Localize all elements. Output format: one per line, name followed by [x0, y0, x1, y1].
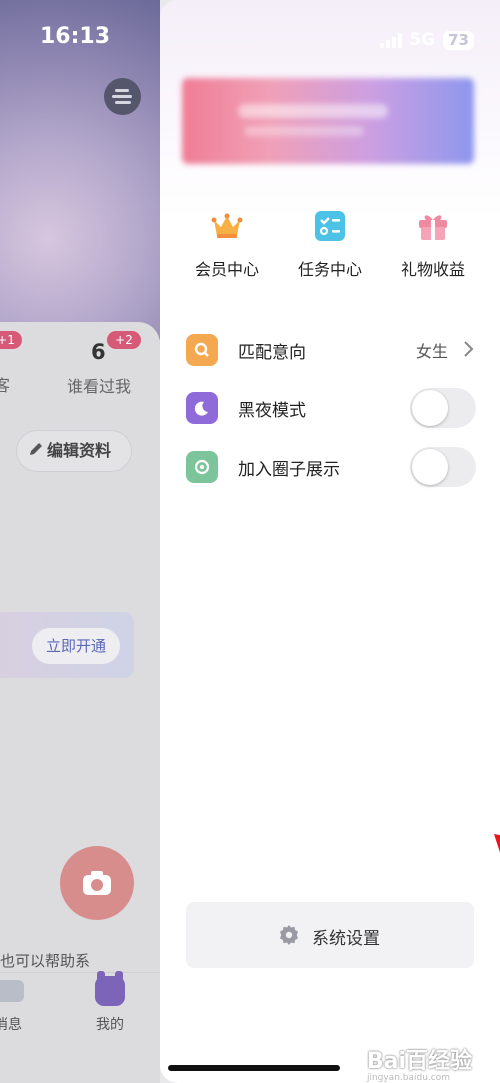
- gift-earnings-button[interactable]: 礼物收益: [388, 210, 478, 280]
- help-text: 也可以帮助系: [0, 952, 91, 970]
- circle-display-label: 加入圈子展示: [238, 460, 340, 480]
- dark-mode-toggle[interactable]: [410, 388, 476, 428]
- background-profile-page: +1 客 +2 6 谁看过我 编辑资料 立即开通 也可以帮助系 消息 我的: [0, 0, 160, 1083]
- quick-action-label: 会员中心: [194, 260, 259, 279]
- dark-mode-row: 黑夜模式: [186, 388, 476, 428]
- pencil-icon: [30, 443, 42, 455]
- tab-messages[interactable]: 消息: [0, 1014, 22, 1034]
- system-settings-label: 系统设置: [312, 929, 380, 949]
- side-drawer: 5G 73 会员中心 任务中心 礼物收益 匹配意向 女生 黑夜模式 加入圈子展示…: [160, 0, 500, 1083]
- toggle-knob: [412, 449, 448, 485]
- menu-line: [115, 89, 129, 92]
- edit-profile-button[interactable]: 编辑资料: [16, 430, 132, 472]
- edit-profile-label: 编辑资料: [47, 441, 112, 460]
- gear-icon: [280, 925, 298, 945]
- user-banner[interactable]: [182, 78, 474, 164]
- search-icon: [186, 334, 218, 366]
- status-time: 16:13: [39, 24, 111, 49]
- message-icon[interactable]: [0, 980, 24, 1002]
- camera-button[interactable]: [60, 846, 134, 920]
- visitors-count: 6: [91, 340, 106, 364]
- tabbar-divider: [0, 972, 160, 973]
- stat-label: 客: [0, 376, 11, 395]
- menu-button[interactable]: [104, 78, 141, 115]
- match-preference-value: 女生: [415, 342, 448, 361]
- blurred-text: [238, 104, 388, 118]
- mine-icon[interactable]: [95, 971, 125, 1006]
- profile-cover: [0, 0, 160, 340]
- task-center-button[interactable]: 任务中心: [285, 210, 375, 280]
- menu-line: [115, 101, 131, 104]
- stat-badge: +1: [0, 331, 22, 349]
- signal-icon: [380, 32, 403, 48]
- status-bar: 5G 73: [380, 30, 474, 50]
- toggle-knob: [412, 390, 448, 426]
- menu-line: [112, 95, 132, 98]
- match-preference-row[interactable]: 匹配意向 女生: [186, 333, 476, 367]
- camera-icon: [83, 871, 111, 895]
- circle-dot-icon: [186, 451, 218, 483]
- network-type: 5G: [409, 30, 436, 50]
- chevron-right-icon: [464, 341, 474, 357]
- vip-activate-button[interactable]: 立即开通: [32, 628, 120, 664]
- battery-level: 73: [443, 30, 474, 50]
- quick-action-label: 礼物收益: [400, 260, 465, 279]
- home-indicator: [168, 1065, 340, 1071]
- moon-icon: [186, 392, 218, 424]
- circle-display-row: 加入圈子展示: [186, 447, 476, 487]
- blurred-text: [244, 126, 364, 136]
- circle-display-toggle[interactable]: [410, 447, 476, 487]
- match-preference-label: 匹配意向: [238, 343, 306, 363]
- dark-mode-label: 黑夜模式: [238, 401, 306, 421]
- task-list-icon: [314, 210, 346, 242]
- tab-mine[interactable]: 我的: [96, 1014, 124, 1034]
- visitors-label[interactable]: 谁看过我: [67, 373, 131, 397]
- gift-icon: [417, 210, 449, 242]
- system-settings-button[interactable]: 系统设置: [186, 902, 474, 968]
- watermark: Bai百经验: [366, 1049, 472, 1074]
- member-center-button[interactable]: 会员中心: [182, 210, 272, 280]
- quick-action-label: 任务中心: [297, 260, 362, 279]
- annotation-arrow: [494, 834, 500, 853]
- watermark-url: jingyan.baidu.com: [366, 1073, 450, 1083]
- crown-icon: [211, 210, 243, 242]
- stat-badge: +2: [107, 331, 141, 349]
